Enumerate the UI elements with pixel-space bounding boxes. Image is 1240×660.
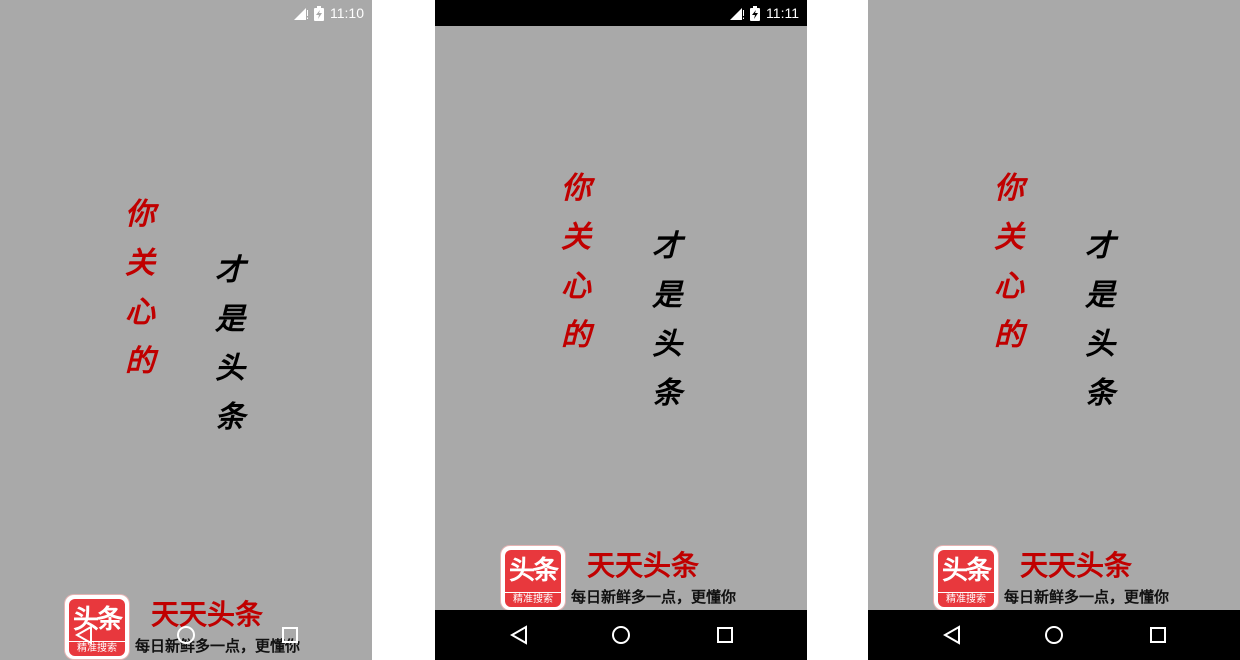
app-title: 天天头条 [587, 549, 700, 582]
battery-charging-icon [314, 5, 324, 21]
headline-black-column: 才 是 头 条 [1080, 222, 1120, 418]
headline-char: 条 [652, 376, 682, 411]
headline-char: 是 [652, 278, 682, 313]
phone-screen-2: 11:11 你 关 心 的 才 是 头 条 头条 精准搜索 天天头条 每日新鲜多… [435, 0, 807, 660]
recent-apps-button[interactable] [713, 624, 737, 646]
home-button[interactable] [174, 624, 198, 646]
headline-char: 心 [125, 295, 155, 330]
status-bar: 11:11 [435, 0, 807, 26]
brand-banner: 头条 精准搜索 天天头条 每日新鲜多一点，更懂你 [501, 546, 761, 610]
navigation-bar [868, 610, 1240, 660]
status-time: 11:11 [766, 5, 799, 21]
navigation-bar [435, 610, 807, 660]
headline-char: 头 [1085, 327, 1115, 362]
logo-sub-text: 精准搜索 [505, 593, 561, 607]
headline-red-column: 你 关 心 的 [556, 164, 596, 360]
status-bar: 11:10 [0, 0, 372, 26]
back-button[interactable] [72, 624, 96, 646]
recent-apps-button[interactable] [278, 624, 302, 646]
headline-red-column: 你 关 心 的 [989, 164, 1029, 360]
headline-char: 是 [215, 302, 245, 337]
logo-main-text: 头条 [505, 550, 561, 592]
brand-banner: 头条 精准搜索 天天头条 每日新鲜多一点，更懂你 [934, 546, 1194, 610]
headline-char: 心 [994, 269, 1024, 304]
headline-black-column: 才 是 头 条 [647, 222, 687, 418]
recent-apps-icon [717, 627, 733, 643]
headline-char: 是 [1085, 278, 1115, 313]
phone-screen-1: 11:10 你 关 心 的 才 是 头 条 头条 精准搜索 天天头条 每日新鲜多… [0, 0, 372, 660]
headline-char: 才 [652, 229, 682, 264]
headline-red-column: 你 关 心 的 [120, 190, 160, 386]
headline-char: 心 [561, 269, 591, 304]
headline-char: 关 [994, 220, 1024, 255]
headline-char: 头 [652, 327, 682, 362]
home-icon [612, 626, 630, 644]
phone-screen-3: 你 关 心 的 才 是 头 条 头条 精准搜索 天天头条 每日新鲜多一点，更懂你 [868, 0, 1240, 660]
app-slogan: 每日新鲜多一点，更懂你 [571, 588, 737, 606]
headline-char: 的 [125, 344, 155, 379]
app-slogan: 每日新鲜多一点，更懂你 [1004, 588, 1170, 606]
home-icon [1045, 626, 1063, 644]
headline-char: 关 [125, 246, 155, 281]
status-time: 11:10 [330, 5, 364, 21]
logo-sub-text: 精准搜索 [938, 593, 994, 607]
recent-apps-icon [1150, 627, 1166, 643]
back-button[interactable] [507, 624, 531, 646]
home-button[interactable] [609, 624, 633, 646]
back-button[interactable] [940, 624, 964, 646]
headline-char: 你 [125, 197, 155, 232]
recent-apps-button[interactable] [1146, 624, 1170, 646]
headline-char: 头 [215, 351, 245, 386]
logo-main-text: 头条 [938, 550, 994, 592]
headline-char: 关 [561, 220, 591, 255]
recent-apps-icon [282, 627, 298, 643]
headline-black-column: 才 是 头 条 [210, 246, 250, 442]
battery-charging-icon [750, 5, 761, 21]
navigation-bar [0, 610, 372, 660]
app-logo: 头条 精准搜索 [934, 546, 998, 610]
back-icon [943, 625, 960, 645]
home-button[interactable] [1042, 624, 1066, 646]
headline-char: 才 [1085, 229, 1115, 264]
home-icon [177, 626, 195, 644]
headline-char: 条 [215, 400, 245, 435]
headline-char: 你 [561, 171, 591, 206]
signal-icon [294, 8, 308, 20]
headline-char: 你 [994, 171, 1024, 206]
signal-icon [730, 8, 745, 20]
headline-char: 条 [1085, 376, 1115, 411]
back-icon [75, 625, 92, 645]
back-icon [510, 625, 527, 645]
headline-char: 的 [561, 318, 591, 353]
app-logo: 头条 精准搜索 [501, 546, 565, 610]
headline-char: 才 [215, 253, 245, 288]
app-title: 天天头条 [1020, 549, 1133, 582]
headline-char: 的 [994, 318, 1024, 353]
